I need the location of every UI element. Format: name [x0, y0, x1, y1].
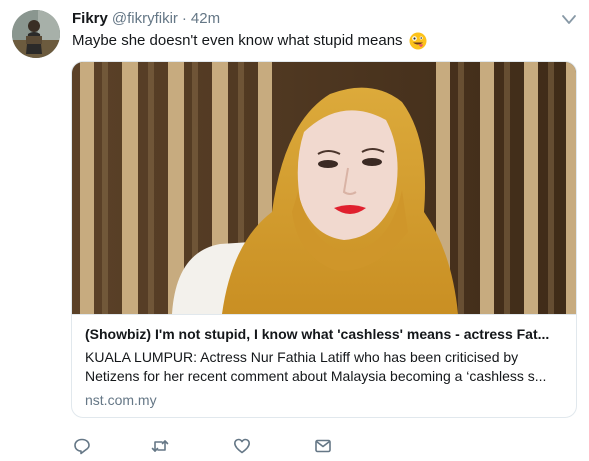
card-body[interactable]: (Showbiz) I'm not stupid, I know what 'c…: [72, 314, 576, 417]
card-image[interactable]: [72, 62, 576, 314]
reply-button[interactable]: [72, 436, 92, 456]
woman-in-yellow-hijab-photo: [72, 62, 576, 314]
card-domain[interactable]: nst.com.my: [85, 391, 563, 409]
link-card[interactable]: (Showbiz) I'm not stupid, I know what 'c…: [71, 61, 577, 418]
retweet-button[interactable]: [150, 436, 170, 456]
tweet-text-content: Maybe she doesn't even know what stupid …: [72, 32, 403, 49]
card-title[interactable]: (Showbiz) I'm not stupid, I know what 'c…: [85, 325, 563, 344]
card-description-line-1: KUALA LUMPUR: Actress Nur Fathia Latiff …: [85, 349, 519, 365]
chevron-down-icon[interactable]: [559, 12, 579, 28]
zany-face-emoji-icon: [409, 32, 427, 50]
like-button[interactable]: [232, 436, 252, 456]
reply-icon: [74, 438, 90, 455]
envelope-icon: [315, 439, 331, 453]
author-name[interactable]: Fikry: [72, 10, 108, 27]
timestamp[interactable]: 42m: [191, 10, 220, 27]
card-description: KUALA LUMPUR: Actress Nur Fathia Latiff …: [85, 348, 563, 386]
action-bar: [72, 436, 372, 456]
direct-message-button[interactable]: [313, 436, 333, 456]
tweet[interactable]: Fikry @fikryfikir · 42m Maybe she doesn'…: [0, 0, 589, 461]
tweet-text: Maybe she doesn't even know what stupid …: [72, 31, 427, 51]
tweet-header: Fikry @fikryfikir · 42m: [72, 10, 220, 30]
author-handle[interactable]: @fikryfikir: [112, 10, 178, 27]
retweet-icon: [151, 440, 169, 452]
avatar-photo: [12, 10, 60, 58]
avatar[interactable]: [12, 10, 60, 58]
separator-dot: ·: [181, 10, 187, 27]
card-description-line-2: Netizens for her recent comment about Ma…: [85, 368, 547, 384]
heart-icon: [234, 438, 250, 454]
